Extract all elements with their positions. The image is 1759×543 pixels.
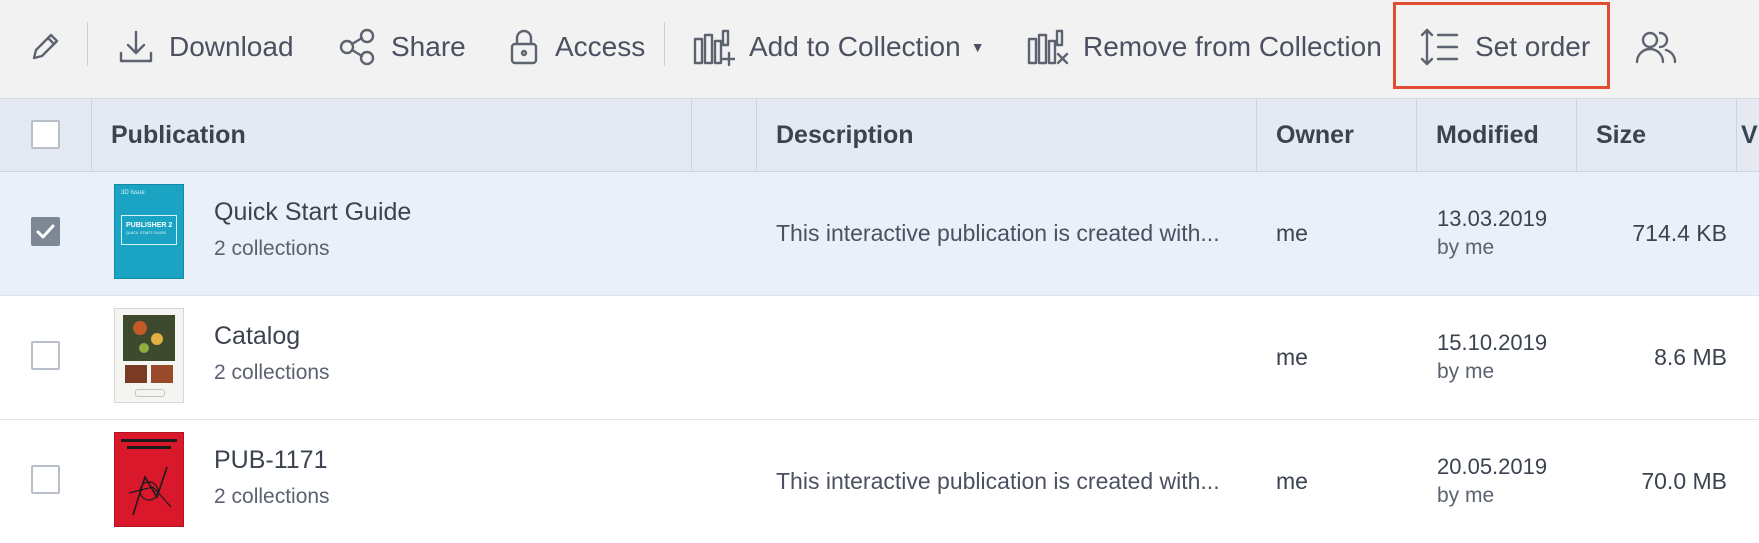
edit-button[interactable] [28,18,62,76]
select-all-checkbox[interactable] [31,120,60,149]
publication-thumbnail[interactable]: 3D Issue PUBLISHER 2 QUICK START GUIDE [114,184,184,279]
publication-owner: me [1276,220,1308,246]
toolbar: Download Share Access Add to Collection … [0,0,1759,99]
column-header-partial[interactable]: V [1737,99,1759,171]
add-collection-icon [693,29,735,67]
remove-from-collection-button[interactable]: Remove from Collection [1027,18,1382,76]
row-checkbox[interactable] [31,217,60,246]
publication-collections: 2 collections [214,485,330,508]
thumb-brand: 3D Issue [121,190,145,196]
modified-date: 20.05.2019 [1437,454,1548,479]
toolbar-separator [87,22,88,66]
row-checkbox[interactable] [31,465,60,494]
thumb-decor [139,343,149,353]
table-row[interactable]: 3D Issue PUBLISHER 2 QUICK START GUIDE Q… [0,172,1759,296]
row-checkbox[interactable] [31,341,60,370]
add-to-collection-button[interactable]: Add to Collection ▼ [693,18,985,76]
modified-by: by me [1437,360,1495,383]
thumb-image-small [125,365,147,383]
publication-collections: 2 collections [214,361,330,384]
lock-icon [510,29,538,65]
modified-date: 15.10.2019 [1437,330,1548,355]
thumb-text-line [121,439,177,442]
remove-from-collection-label: Remove from Collection [1083,31,1382,62]
thumb-image-main [123,315,175,361]
modified-by: by me [1437,236,1495,259]
download-icon [119,30,153,63]
toolbar-separator [664,22,665,66]
table-row[interactable]: PUB-1171 2 collections This interactive … [0,420,1759,543]
share-icon [339,28,375,66]
thumb-frame: PUBLISHER 2 QUICK START GUIDE [121,215,177,245]
chevron-down-icon: ▼ [970,39,985,55]
publication-title[interactable]: Catalog [214,322,300,351]
thumb-drawing [128,466,172,516]
modified-by: by me [1437,484,1495,507]
sort-order-icon [1420,28,1459,66]
publication-size: 714.4 KB [1632,220,1727,246]
thumb-decor [151,333,163,345]
thumb-subtitle: QUICK START GUIDE [126,230,167,235]
checkmark-icon [36,224,55,239]
set-order-label: Set order [1475,31,1591,62]
publication-owner: me [1276,468,1308,494]
column-header-publication[interactable]: Publication [92,99,692,171]
thumb-image-small [151,365,173,383]
column-header-size[interactable]: Size [1577,99,1737,171]
publication-owner: me [1276,344,1308,370]
table-row[interactable]: Catalog 2 collections me 15.10.2019 by m… [0,296,1759,420]
download-label: Download [169,31,294,62]
thumb-logo [135,389,165,397]
publication-thumbnail[interactable] [114,308,184,403]
thumb-text-line [127,446,171,449]
pencil-icon [32,33,59,60]
publication-size: 70.0 MB [1641,468,1727,494]
publication-thumbnail[interactable] [114,432,184,527]
set-order-button[interactable]: Set order [1419,18,1590,76]
thumb-title: PUBLISHER 2 [126,222,173,229]
access-button[interactable]: Access [507,18,645,76]
table-header: Publication Description Owner Modified S… [0,99,1759,172]
manage-users-button[interactable] [1635,18,1677,76]
publication-title[interactable]: Quick Start Guide [214,198,411,227]
download-button[interactable]: Download [117,18,294,76]
publication-description: This interactive publication is created … [776,468,1220,494]
publication-size: 8.6 MB [1654,344,1727,370]
add-to-collection-label: Add to Collection [749,31,961,62]
modified-date: 13.03.2019 [1437,206,1548,231]
users-icon [1635,31,1677,64]
column-header-description[interactable]: Description [757,99,1257,171]
column-header-blank[interactable] [692,99,757,171]
publication-description: This interactive publication is created … [776,220,1220,246]
publication-title[interactable]: PUB-1171 [214,446,328,475]
share-button[interactable]: Share [337,18,466,76]
remove-collection-icon [1027,29,1069,65]
publication-collections: 2 collections [214,237,330,260]
select-all-cell [0,99,92,171]
column-header-owner[interactable]: Owner [1257,99,1417,171]
thumb-decor [133,321,147,335]
access-label: Access [555,31,646,62]
share-label: Share [391,31,466,62]
column-header-modified[interactable]: Modified [1417,99,1577,171]
